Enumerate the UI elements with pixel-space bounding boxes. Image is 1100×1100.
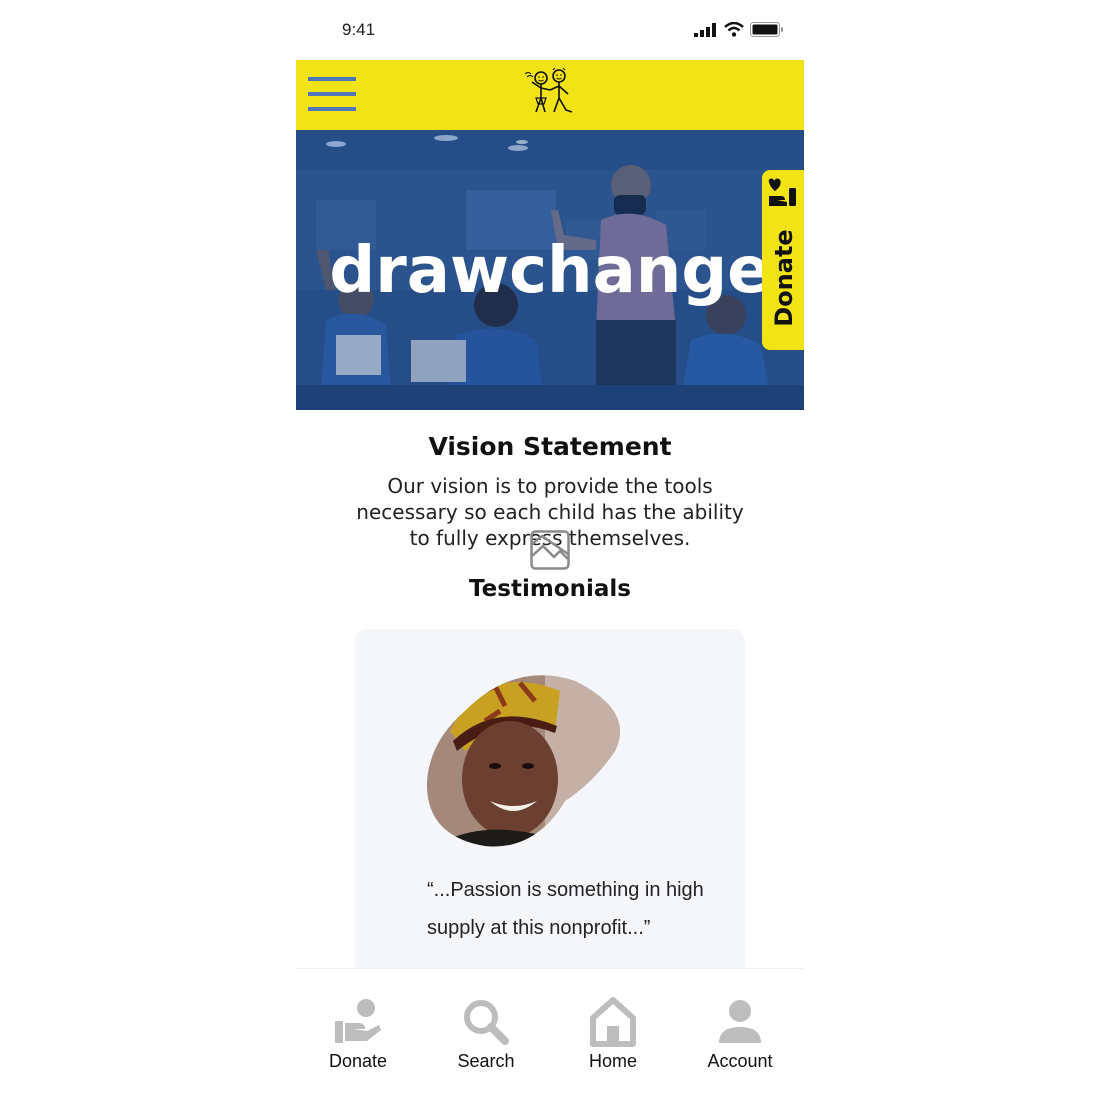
menu-line <box>308 107 356 111</box>
nav-home-label: Home <box>588 1051 637 1071</box>
image-placeholder-icon <box>530 530 570 570</box>
menu-line <box>308 77 356 81</box>
nav-account[interactable]: Account <box>685 997 795 1077</box>
app-header <box>296 60 804 130</box>
search-icon <box>464 1000 509 1045</box>
bottom-navigation: Donate Search Home Account <box>296 968 804 1100</box>
battery-icon <box>750 22 783 37</box>
testimonials-heading: Testimonials <box>469 576 631 602</box>
phone-screen: 9:41 drawchange Donate Vision Statement … <box>296 0 804 1100</box>
account-icon <box>719 1000 761 1043</box>
drawchange-logo[interactable] <box>522 68 578 118</box>
donate-icon <box>335 999 381 1043</box>
hamburger-menu-button[interactable] <box>308 77 358 113</box>
nav-search-label: Search <box>457 1051 515 1071</box>
menu-line <box>308 92 356 96</box>
nav-search[interactable]: Search <box>431 997 541 1077</box>
nav-donate-label: Donate <box>328 1051 388 1071</box>
status-time: 9:41 <box>342 20 376 39</box>
home-icon <box>590 997 636 1047</box>
nav-account-label: Account <box>707 1051 773 1071</box>
donate-tab-label: Donate <box>770 229 798 327</box>
testimonial-avatar <box>426 675 620 847</box>
status-bar: 9:41 <box>296 0 804 60</box>
signal-icon <box>694 22 716 37</box>
vision-heading: Vision Statement <box>428 432 672 461</box>
wifi-icon <box>724 22 744 37</box>
hero-banner: drawchange Donate <box>296 130 804 410</box>
testimonial-quote: “...Passion is something in high supply … <box>427 879 704 939</box>
status-icons <box>694 22 784 37</box>
hero-title: drawchange <box>329 234 771 308</box>
donate-side-tab[interactable]: Donate <box>762 170 804 350</box>
donate-tab-label-wrap: Donate <box>764 228 804 328</box>
donate-hand-heart-icon <box>768 178 796 206</box>
nav-donate[interactable]: Donate <box>303 997 413 1077</box>
nav-home[interactable]: Home <box>558 997 668 1077</box>
